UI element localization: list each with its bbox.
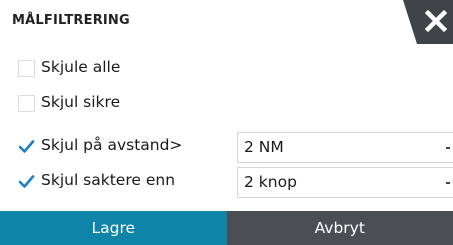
dialog-title: MÅLFILTRERING: [12, 13, 130, 28]
speed-value: 2 knop: [244, 173, 297, 191]
target-filter-dialog: MÅLFILTRERING Skjule alle Skjul sikre Sk…: [0, 0, 453, 245]
option-label: Skjul sikre: [41, 93, 121, 111]
option-row-hide-safe[interactable]: Skjul sikre: [0, 88, 453, 122]
option-row-hide-distance[interactable]: Skjul på avstand> 2 NM: [0, 131, 453, 165]
hide-distance-checkbox[interactable]: [18, 138, 35, 155]
dropdown-caret-icon: [446, 182, 450, 184]
hide-all-checkbox[interactable]: [18, 60, 35, 77]
option-label: Skjule alle: [41, 58, 121, 76]
hide-slower-checkbox[interactable]: [18, 173, 35, 190]
hide-safe-checkbox[interactable]: [18, 95, 35, 112]
option-label: Skjul saktere enn: [41, 171, 176, 189]
option-row-hide-slower[interactable]: Skjul saktere enn 2 knop: [0, 166, 453, 200]
save-button[interactable]: Lagre: [0, 211, 227, 245]
option-row-hide-all[interactable]: Skjule alle: [0, 53, 453, 87]
dropdown-caret-icon: [446, 147, 450, 149]
cancel-button[interactable]: Avbryt: [226, 211, 453, 245]
dialog-footer: Lagre Avbryt: [0, 211, 453, 245]
speed-select[interactable]: 2 knop: [237, 167, 453, 198]
close-button[interactable]: [391, 0, 453, 44]
distance-select[interactable]: 2 NM: [237, 132, 453, 163]
checkmark-icon: [18, 140, 35, 153]
option-label: Skjul på avstand>: [41, 136, 183, 154]
checkmark-icon: [18, 175, 35, 188]
distance-value: 2 NM: [244, 138, 284, 156]
close-icon: [403, 0, 453, 44]
